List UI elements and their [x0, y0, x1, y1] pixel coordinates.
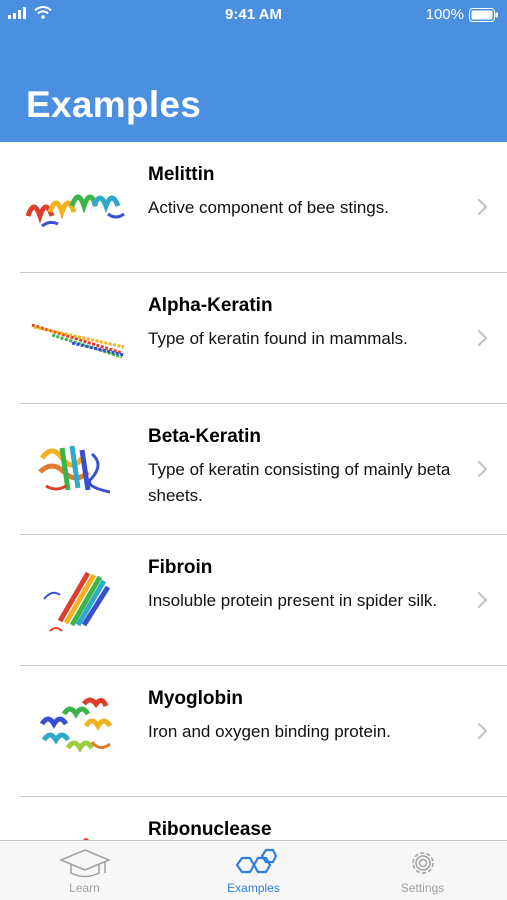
tab-bar: Learn Examples Settings — [0, 840, 507, 900]
item-description: Type of keratin found in mammals. — [148, 329, 408, 348]
battery-percentage: 100% — [425, 6, 464, 23]
graduation-cap-icon — [58, 849, 111, 878]
chevron-right-icon — [477, 460, 488, 478]
item-description: Active component of bee stings. — [148, 198, 389, 217]
list-item-alpha-keratin[interactable]: Alpha-Keratin Type of keratin found in m… — [0, 273, 507, 404]
chevron-right-icon — [477, 591, 488, 609]
item-title: Alpha-Keratin — [148, 295, 273, 316]
item-title: Myoglobin — [148, 688, 243, 709]
list-item-fibroin[interactable]: Fibroin Insoluble protein present in spi… — [0, 535, 507, 666]
myoglobin-structure-thumbnail — [39, 697, 113, 753]
hexagon-molecule-icon — [235, 848, 277, 874]
status-bar: 9:41 AM 100% — [0, 0, 507, 28]
item-description: Type of keratin consisting of mainly bet… — [148, 460, 451, 505]
list-item-beta-keratin[interactable]: Beta-Keratin Type of keratin consisting … — [0, 404, 507, 535]
item-title: Melittin — [148, 164, 215, 185]
ribonuclease-structure-thumbnail — [83, 838, 89, 840]
chevron-right-icon — [477, 329, 488, 347]
tab-learn[interactable]: Learn — [0, 841, 169, 900]
beta-keratin-structure-thumbnail — [38, 445, 111, 494]
list-item-myoglobin[interactable]: Myoglobin Iron and oxygen binding protei… — [0, 666, 507, 797]
battery-icon — [469, 7, 498, 22]
melittin-structure-thumbnail — [25, 194, 125, 228]
fibroin-structure-thumbnail — [43, 571, 111, 632]
tab-settings[interactable]: Settings — [338, 841, 507, 900]
item-title: Ribonuclease — [148, 819, 272, 840]
tab-label: Examples — [227, 881, 280, 895]
item-title: Fibroin — [148, 557, 213, 578]
list-item-ribonuclease[interactable]: Ribonuclease — [0, 797, 507, 840]
tab-examples[interactable]: Examples — [169, 841, 338, 900]
tab-label: Learn — [69, 881, 100, 895]
navigation-header: 9:41 AM 100% Examples — [0, 0, 507, 142]
page-title: Examples — [26, 84, 202, 125]
item-description: Iron and oxygen binding protein. — [148, 722, 391, 741]
examples-list: Melittin Active component of bee stings.… — [0, 142, 507, 840]
gear-icon — [411, 852, 434, 874]
chevron-right-icon — [477, 722, 488, 740]
item-description: Insoluble protein present in spider silk… — [148, 591, 438, 610]
item-title: Beta-Keratin — [148, 426, 261, 447]
list-item-melittin[interactable]: Melittin Active component of bee stings. — [0, 142, 507, 273]
tab-label: Settings — [400, 881, 445, 895]
chevron-right-icon — [477, 198, 488, 216]
alpha-keratin-structure-thumbnail — [31, 323, 125, 359]
